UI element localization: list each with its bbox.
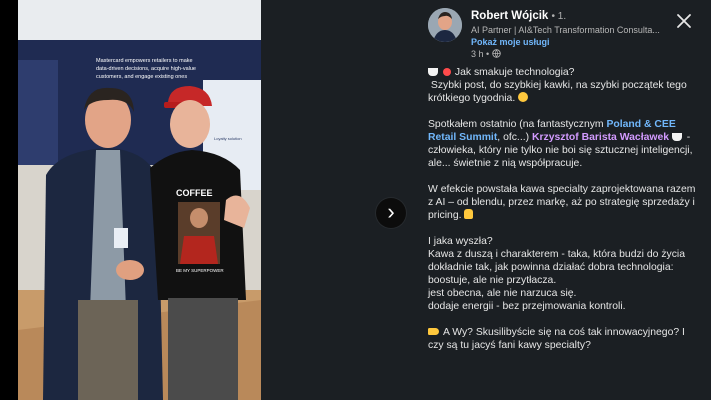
pointing-hand-emoji-icon (428, 328, 439, 335)
avatar-image (428, 8, 462, 42)
next-media-button[interactable]: › (376, 198, 406, 228)
photo-illustration: Mastercard empowers retailers to make da… (18, 0, 261, 400)
thumbs-up-emoji-icon (464, 209, 474, 219)
coffee-emoji-icon (671, 133, 682, 141)
chevron-right-icon: › (387, 199, 395, 224)
post-meta: 3 h • (471, 49, 501, 59)
post-paragraph-4: I jaka wyszła? Kawa z duszą i charaktere… (428, 235, 698, 313)
banner-line-2: data-driven decisions, acquire high-valu… (96, 66, 196, 72)
banner-line-3: customers, and engage existing ones (96, 74, 187, 80)
post-paragraph-5: A Wy? Skusilibyście się na coś tak innow… (428, 326, 698, 352)
avatar[interactable] (428, 8, 462, 42)
p4-line2: Kawa z duszą i charakterem - taka, która… (428, 249, 685, 273)
p4-line1: I jaka wyszła? (428, 236, 493, 247)
p2-text-a: Spotkałem ostatnio (na fantastycznym (428, 119, 607, 130)
person-mention[interactable]: Krzysztof Barista Wacławek (532, 132, 669, 143)
shirt-small-text: BE MY SUPERPOWER (176, 268, 224, 273)
p4-line5: dodaje energii - bez przejmowania kontro… (428, 301, 626, 312)
banner-line-1: Mastercard empowers retailers to make (96, 58, 193, 64)
close-icon[interactable] (675, 12, 693, 30)
p2-text-b: , ofc...) (497, 132, 532, 143)
post-paragraph-1: Jak smakuje technologia? Szybki post, do… (428, 66, 698, 105)
red-dot-emoji-icon (442, 68, 451, 76)
services-link[interactable]: Pokaż moje usługi (471, 37, 550, 47)
p1-line2: Szybki post, do szybkiej kawki, na szybk… (428, 80, 687, 104)
banner-side-label: Loyalty solution (214, 136, 242, 141)
author-name-text[interactable]: Robert Wójcik (471, 10, 548, 22)
p4-line4: jest obecna, ale nie narzuca się. (428, 288, 577, 299)
p4-line3: boostuje, ale nie przytłacza. (428, 275, 557, 286)
post-body: Jak smakuje technologia? Szybki post, do… (428, 66, 698, 365)
p1-line1: Jak smakuje technologia? (454, 67, 575, 78)
post-photo: Mastercard empowers retailers to make da… (18, 0, 261, 400)
post-paragraph-2: Spotkałem ostatnio (na fantastycznym Pol… (428, 118, 698, 170)
smile-emoji-icon (518, 92, 529, 102)
connection-degree: • 1. (551, 11, 567, 22)
globe-icon (491, 49, 501, 58)
post-time: 3 h • (471, 49, 490, 59)
post-panel: Robert Wójcik • 1. AI Partner | AI&Tech … (408, 0, 711, 400)
p5-text: A Wy? Skusilibyście się na coś tak innow… (428, 327, 685, 351)
author-headline: AI Partner | AI&Tech Transformation Cons… (471, 25, 660, 35)
coffee-emoji-icon (428, 68, 438, 76)
post-paragraph-3: W efekcie powstała kawa specialty zaproj… (428, 183, 698, 222)
author-name[interactable]: Robert Wójcik • 1. (471, 10, 566, 22)
shirt-text: COFFEE (176, 188, 213, 198)
